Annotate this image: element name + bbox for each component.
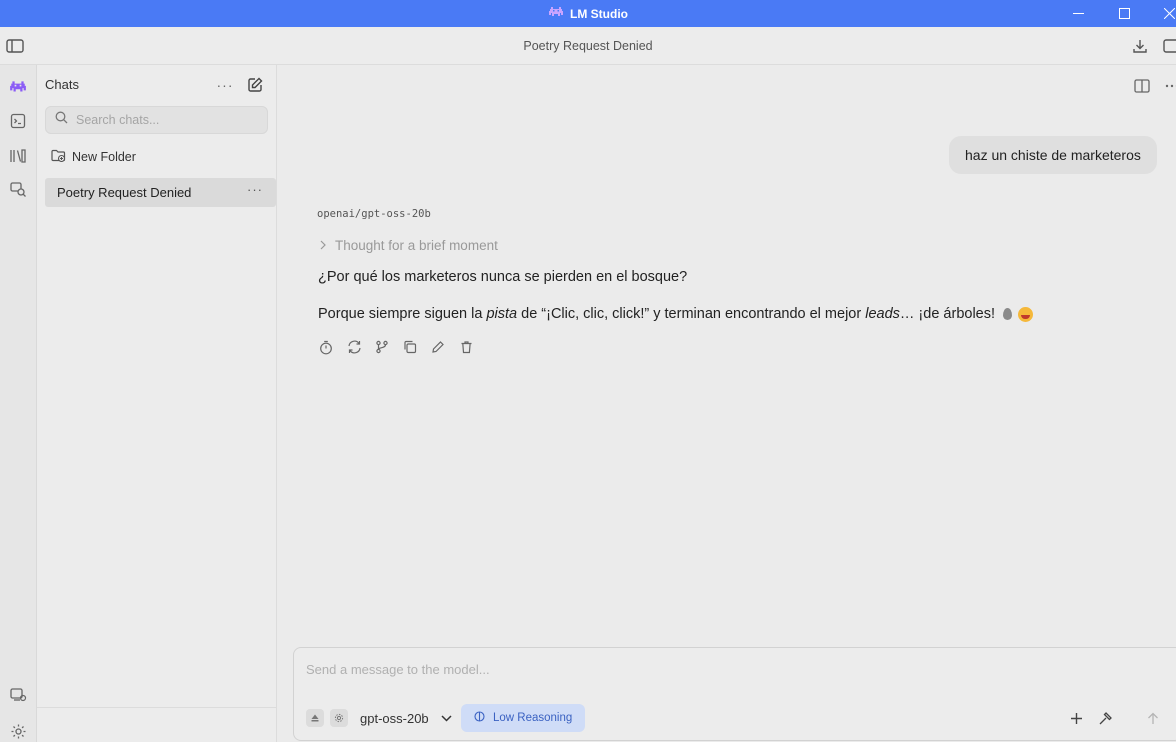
chat-item-more-button[interactable]: ···: [247, 182, 263, 197]
thought-label: Thought for a brief moment: [335, 238, 498, 253]
chat-title: Poetry Request Denied: [523, 39, 653, 53]
model-settings-icon[interactable]: [330, 709, 348, 727]
eject-icon[interactable]: [306, 709, 324, 727]
window-titlebar: LM Studio: [0, 0, 1176, 27]
download-icon[interactable]: [1129, 35, 1151, 57]
model-selector[interactable]: gpt-oss-20b: [306, 704, 452, 732]
send-arrow-icon[interactable]: [1143, 708, 1163, 728]
chat-list-item[interactable]: Poetry Request Denied ···: [45, 178, 276, 207]
message-input[interactable]: [306, 662, 1106, 684]
new-folder-label: New Folder: [72, 150, 136, 164]
copy-icon[interactable]: [401, 338, 419, 356]
response-italic-text: pista: [486, 306, 518, 322]
branch-icon[interactable]: [373, 338, 391, 356]
new-folder-button[interactable]: New Folder: [51, 149, 136, 165]
add-attachment-icon[interactable]: [1066, 708, 1086, 728]
user-message-bubble: haz un chiste de marketeros: [949, 136, 1157, 174]
developer-icon[interactable]: [5, 108, 31, 134]
response-text: de “¡Clic, clic, click!” y terminan enco…: [517, 306, 866, 322]
sidebar-divider: [37, 707, 277, 708]
message-actions: [317, 338, 475, 356]
reasoning-icon: [474, 711, 485, 725]
timer-icon[interactable]: [317, 338, 335, 356]
folder-plus-icon: [51, 149, 66, 165]
regenerate-icon[interactable]: [345, 338, 363, 356]
selected-model-label: gpt-oss-20b: [360, 710, 429, 726]
settings-gear-icon[interactable]: [5, 718, 31, 742]
reasoning-label: Low Reasoning: [493, 712, 573, 724]
search-icon: [55, 111, 68, 129]
tools-hammer-icon[interactable]: [1095, 708, 1115, 728]
activity-bar: [0, 65, 37, 742]
response-paragraph-2: Porque siempre siguen la pista de “¡Clic…: [318, 306, 1034, 322]
response-italic-text: leads: [865, 306, 900, 322]
chat-item-label: Poetry Request Denied: [57, 185, 192, 200]
chat-main: haz un chiste de marketeros openai/gpt-o…: [277, 65, 1176, 742]
edit-pencil-icon[interactable]: [429, 338, 447, 356]
new-chat-icon[interactable]: [245, 75, 265, 95]
system-status-icon[interactable]: [5, 682, 31, 708]
more-options-icon[interactable]: [1161, 75, 1176, 97]
app-title: LM Studio: [0, 0, 1176, 27]
emoji-drop-icon: [1003, 308, 1013, 320]
maximize-button[interactable]: [1101, 0, 1147, 27]
response-text: Porque siempre siguen la: [318, 306, 487, 322]
sidebar-more-button[interactable]: ···: [215, 75, 235, 95]
panel-icon[interactable]: [1158, 35, 1176, 57]
split-view-icon[interactable]: [1131, 75, 1153, 97]
sidebar-title: Chats: [45, 77, 79, 92]
chevron-down-icon: [441, 709, 452, 727]
message-composer: gpt-oss-20b Low Reasoning: [293, 647, 1176, 741]
reasoning-level-button[interactable]: Low Reasoning: [461, 704, 586, 732]
discover-icon[interactable]: [5, 176, 31, 202]
chats-sidebar: Chats ··· New Folder Poetry Request Deni…: [37, 65, 277, 742]
response-paragraph-1: ¿Por qué los marketeros nunca se pierden…: [318, 269, 688, 285]
search-chats-input[interactable]: [76, 113, 256, 127]
search-box: [45, 106, 268, 134]
close-button[interactable]: [1146, 0, 1176, 27]
response-text: … ¡de árboles!: [899, 306, 996, 322]
lm-studio-logo-icon: [548, 6, 564, 21]
minimize-button[interactable]: [1055, 0, 1101, 27]
chevron-right-icon: [319, 238, 327, 253]
thought-toggle[interactable]: Thought for a brief moment: [319, 238, 498, 253]
chat-header: Poetry Request Denied: [0, 27, 1176, 65]
assistant-model-name: openai/gpt-oss-20b: [317, 208, 431, 220]
delete-trash-icon[interactable]: [457, 338, 475, 356]
emoji-face-icon: [1018, 306, 1034, 322]
chat-mode-icon[interactable]: [5, 74, 31, 100]
models-library-icon[interactable]: [5, 143, 31, 169]
app-title-text: LM Studio: [570, 6, 628, 21]
